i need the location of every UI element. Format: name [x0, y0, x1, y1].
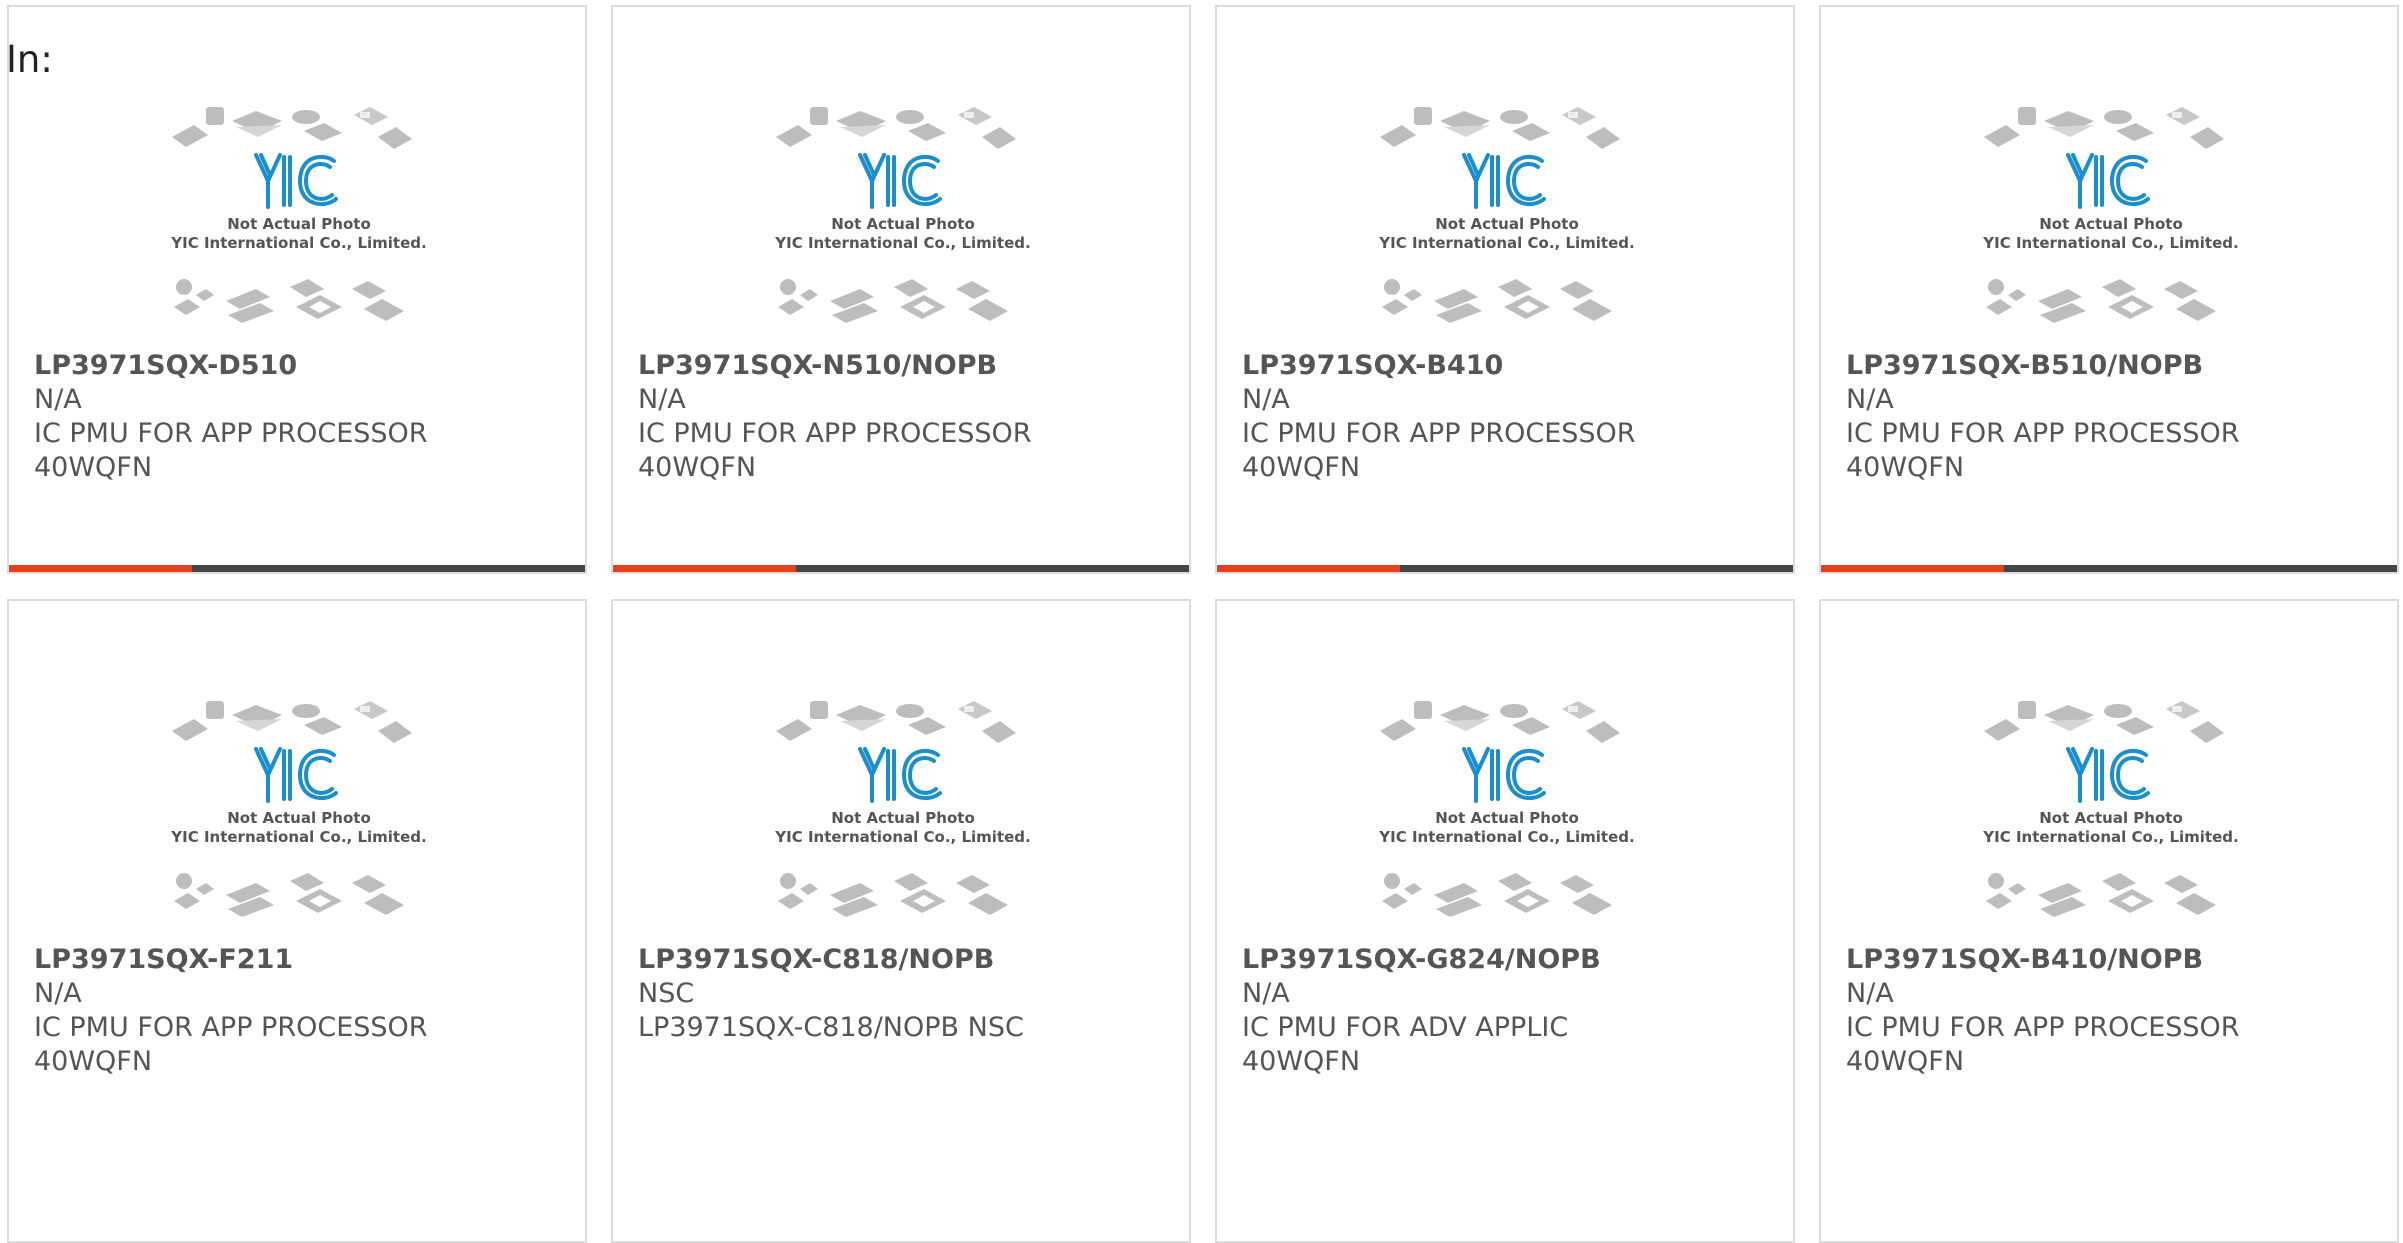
product-info: LP3971SQX-B410/NOPB N/A IC PMU FOR APP P… [1846, 943, 2387, 1079]
thumb-line1: Not Actual Photo [1435, 215, 1579, 233]
product-card[interactable]: Not Actual Photo YIC International Co., … [1215, 5, 1795, 574]
manufacturer: N/A [1846, 978, 1894, 1009]
product-info: LP3971SQX-N510/NOPB N/A IC PMU FOR APP P… [638, 349, 1179, 485]
description: IC PMU FOR APP PROCESSOR [1846, 1012, 2240, 1043]
part-number[interactable]: LP3971SQX-C818/NOPB [638, 943, 1179, 977]
description: IC PMU FOR APP PROCESSOR [1846, 418, 2240, 449]
product-image[interactable]: Not Actual Photo YIC International Co., … [1372, 691, 1642, 931]
package: 40WQFN [34, 1046, 153, 1077]
product-image[interactable]: Not Actual Photo YIC International Co., … [1976, 97, 2246, 337]
not-actual-photo-image: Not Actual Photo YIC International Co., … [1982, 701, 2239, 917]
yic-logo [254, 153, 338, 209]
card-bottom-bar-accent [613, 565, 796, 572]
product-info: LP3971SQX-C818/NOPB NSC LP3971SQX-C818/N… [638, 943, 1179, 1045]
not-actual-photo-image: Not Actual Photo YIC International Co., … [774, 107, 1031, 323]
product-card[interactable]: Not Actual Photo YIC International Co., … [611, 599, 1191, 1243]
product-image[interactable]: Not Actual Photo YIC International Co., … [768, 97, 1038, 337]
card-bottom-bar-accent [1217, 565, 1400, 572]
manufacturer: NSC [638, 978, 695, 1009]
thumb-line2: YIC International Co., Limited. [1378, 828, 1634, 846]
package: 40WQFN [638, 452, 757, 483]
package: 40WQFN [34, 452, 153, 483]
part-number[interactable]: LP3971SQX-G824/NOPB [1242, 943, 1783, 977]
product-card[interactable]: Not Actual Photo YIC International Co., … [7, 599, 587, 1243]
not-actual-photo-image: Not Actual Photo YIC International Co., … [1378, 701, 1635, 917]
not-actual-photo-image: Not Actual Photo YIC International Co., … [170, 701, 427, 917]
thumb-line2: YIC International Co., Limited. [170, 828, 426, 846]
yic-logo [2066, 153, 2150, 209]
package: 40WQFN [1846, 452, 1965, 483]
thumb-line1: Not Actual Photo [2039, 215, 2183, 233]
product-info: LP3971SQX-B510/NOPB N/A IC PMU FOR APP P… [1846, 349, 2387, 485]
product-info: LP3971SQX-F211 N/A IC PMU FOR APP PROCES… [34, 943, 575, 1079]
product-image[interactable]: Not Actual Photo YIC International Co., … [1976, 691, 2246, 931]
thumb-line2: YIC International Co., Limited. [774, 234, 1030, 252]
part-number[interactable]: LP3971SQX-B510/NOPB [1846, 349, 2387, 383]
product-card[interactable]: Not Actual Photo YIC International Co., … [1819, 5, 2399, 574]
part-number[interactable]: LP3971SQX-B410/NOPB [1846, 943, 2387, 977]
not-actual-photo-image: Not Actual Photo YIC International Co., … [170, 107, 427, 323]
not-actual-photo-image: Not Actual Photo YIC International Co., … [774, 701, 1031, 917]
package: 40WQFN [1242, 1046, 1361, 1077]
thumb-line1: Not Actual Photo [2039, 809, 2183, 827]
manufacturer: N/A [34, 384, 82, 415]
manufacturer: N/A [1846, 384, 1894, 415]
part-number[interactable]: LP3971SQX-N510/NOPB [638, 349, 1179, 383]
manufacturer: N/A [34, 978, 82, 1009]
description: IC PMU FOR APP PROCESSOR [638, 418, 1032, 449]
thumb-line2: YIC International Co., Limited. [774, 828, 1030, 846]
part-number[interactable]: LP3971SQX-F211 [34, 943, 575, 977]
yic-logo [254, 747, 338, 803]
part-number[interactable]: LP3971SQX-B410 [1242, 349, 1783, 383]
manufacturer: N/A [1242, 978, 1290, 1009]
yic-logo [858, 153, 942, 209]
product-info: LP3971SQX-D510 N/A IC PMU FOR APP PROCES… [34, 349, 575, 485]
product-card[interactable]: Not Actual Photo YIC International Co., … [1819, 599, 2399, 1243]
in-prefix-label: In: [6, 38, 53, 81]
card-bottom-bar [613, 565, 1189, 572]
thumb-line1: Not Actual Photo [1435, 809, 1579, 827]
card-bottom-bar [1217, 565, 1793, 572]
card-bottom-bar [9, 565, 585, 572]
part-number[interactable]: LP3971SQX-D510 [34, 349, 575, 383]
package: 40WQFN [1846, 1046, 1965, 1077]
product-card[interactable]: Not Actual Photo YIC International Co., … [1215, 599, 1795, 1243]
description: IC PMU FOR ADV APPLIC [1242, 1012, 1569, 1043]
description: IC PMU FOR APP PROCESSOR [34, 1012, 428, 1043]
product-card[interactable]: Not Actual Photo YIC International Co., … [611, 5, 1191, 574]
description: IC PMU FOR APP PROCESSOR [34, 418, 428, 449]
product-info: LP3971SQX-B410 N/A IC PMU FOR APP PROCES… [1242, 349, 1783, 485]
thumb-line2: YIC International Co., Limited. [1378, 234, 1634, 252]
thumb-line2: YIC International Co., Limited. [1982, 828, 2238, 846]
thumb-line1: Not Actual Photo [831, 215, 975, 233]
product-card[interactable]: Not Actual Photo YIC International Co., … [7, 5, 587, 574]
thumb-line2: YIC International Co., Limited. [1982, 234, 2238, 252]
not-actual-photo-image: Not Actual Photo YIC International Co., … [1378, 107, 1635, 323]
yic-logo [2066, 747, 2150, 803]
product-image[interactable]: Not Actual Photo YIC International Co., … [164, 691, 434, 931]
manufacturer: N/A [1242, 384, 1290, 415]
thumb-line1: Not Actual Photo [227, 809, 371, 827]
description: IC PMU FOR APP PROCESSOR [1242, 418, 1636, 449]
package: 40WQFN [1242, 452, 1361, 483]
product-grid: Not Actual Photo YIC International Co., … [7, 5, 2399, 1243]
product-image[interactable]: Not Actual Photo YIC International Co., … [768, 691, 1038, 931]
product-image[interactable]: Not Actual Photo YIC International Co., … [1372, 97, 1642, 337]
yic-logo [1462, 747, 1546, 803]
product-info: LP3971SQX-G824/NOPB N/A IC PMU FOR ADV A… [1242, 943, 1783, 1079]
thumb-line2: YIC International Co., Limited. [170, 234, 426, 252]
card-bottom-bar-accent [9, 565, 192, 572]
manufacturer: N/A [638, 384, 686, 415]
thumb-line1: Not Actual Photo [227, 215, 371, 233]
card-bottom-bar-accent [1821, 565, 2004, 572]
yic-logo [858, 747, 942, 803]
not-actual-photo-image: Not Actual Photo YIC International Co., … [1982, 107, 2239, 323]
product-image[interactable]: Not Actual Photo YIC International Co., … [164, 97, 434, 337]
description: LP3971SQX-C818/NOPB NSC [638, 1012, 1024, 1043]
yic-logo [1462, 153, 1546, 209]
thumb-line1: Not Actual Photo [831, 809, 975, 827]
card-bottom-bar [1821, 565, 2397, 572]
